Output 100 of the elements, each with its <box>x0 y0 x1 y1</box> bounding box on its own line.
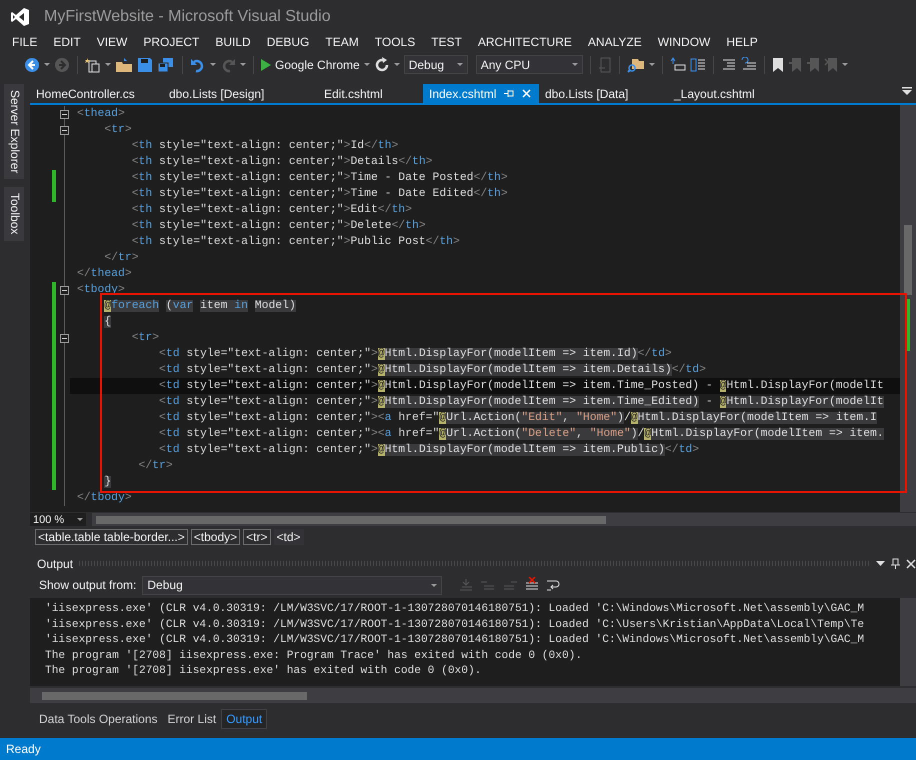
code-line: <th style="text-align: center;">Time - Date Posted</th> <box>130 170 509 186</box>
collapse-icon[interactable] <box>60 110 68 118</box>
scrollbar[interactable] <box>900 598 916 686</box>
side-tab[interactable]: Toolbox <box>4 187 24 241</box>
output-line: The program '[2708] iisexpress.exe' has exited with code 0 (0x0). <box>45 664 482 679</box>
breadcrumb[interactable]: <table.table table-border...> <box>35 528 188 544</box>
scrollbar[interactable] <box>30 688 916 703</box>
scrollbar[interactable] <box>92 513 916 526</box>
code-line: <th style="text-align: center;">Details</th> <box>130 154 434 170</box>
code-line: </tbody> <box>76 490 133 506</box>
menu-item[interactable]: TOOLS <box>366 35 424 49</box>
run-button[interactable]: Google Chrome <box>261 58 370 72</box>
code-line: <tr> <box>103 123 133 138</box>
output-source-dropdown[interactable]: Debug <box>142 576 442 594</box>
menu-item[interactable]: PROJECT <box>135 35 208 49</box>
platform-dropdown[interactable]: Any CPU <box>476 55 583 74</box>
align-lines-icon[interactable] <box>720 56 737 72</box>
find-folder-icon[interactable] <box>626 56 645 72</box>
dropdown-icon[interactable] <box>876 561 885 566</box>
panel-tab[interactable]: Data Tools Operations <box>34 709 163 729</box>
code-line: <td style="text-align: center;">@Html.DisplayFor(modelItem => item.Id)</td> <box>158 346 673 362</box>
caret-icon[interactable] <box>394 63 400 66</box>
breadcrumb[interactable]: <td> <box>274 528 304 544</box>
menu-item[interactable]: ARCHITECTURE <box>470 35 580 49</box>
outdent-lines-icon[interactable] <box>740 56 757 72</box>
play-icon <box>261 58 271 70</box>
caret-icon[interactable] <box>44 63 50 66</box>
panel-tab[interactable]: Output <box>221 709 268 729</box>
code-line: <td style="text-align: center;"><a href="@Url.Action("Edit", "Home")/@Html.DisplayFor(modelItem => item.I <box>158 410 878 426</box>
output-line: 'iisexpress.exe' (CLR v4.0.30319: /LM/W3SVC/17/ROOT-1-130728070146180751): Loaded 'C:\Windows\Microsoft.Net\assembly\GAC_M <box>45 602 866 617</box>
code-line: <th style="text-align: center;">Public Post</th> <box>130 234 461 250</box>
menu-item[interactable]: EDIT <box>45 35 89 49</box>
status-text: Ready <box>6 742 41 756</box>
output-line: The program '[2708] iisexpress.exe: Program Trace' has exited with code 0 (0x0). <box>45 648 584 664</box>
caret-icon <box>456 63 463 66</box>
scrollbar[interactable] <box>900 105 916 512</box>
bookmark-icon[interactable] <box>772 56 784 72</box>
document-tab[interactable]: dbo.Lists [Design] <box>163 84 318 103</box>
close-icon[interactable] <box>906 558 916 568</box>
indent-icon[interactable] <box>670 56 686 72</box>
menu-item[interactable]: DEBUG <box>258 35 318 49</box>
list-icon[interactable] <box>690 56 706 72</box>
window-title: MyFirstWebsite - Microsoft Visual Studio <box>44 8 331 26</box>
code-line: <th style="text-align: center;">Delete</th> <box>130 218 427 234</box>
code-line: <td style="text-align: center;">@Html.DisplayFor(modelItem => item.Details)</td> <box>158 362 707 378</box>
collapse-icon[interactable] <box>60 126 68 134</box>
save-all-icon[interactable] <box>157 56 175 72</box>
zoom-dropdown[interactable]: 100 % <box>30 513 86 526</box>
document-tab[interactable]: HomeController.cs <box>30 84 163 103</box>
back-icon[interactable] <box>24 56 40 72</box>
caret-icon[interactable] <box>210 63 216 66</box>
configuration-dropdown[interactable]: Debug <box>404 55 468 74</box>
code-line: <tbody> <box>76 282 126 298</box>
refresh-icon[interactable] <box>374 56 390 72</box>
side-tab[interactable]: Server Explorer <box>4 84 24 180</box>
code-line: <th style="text-align: center;">Edit</th> <box>130 202 413 218</box>
field-label: Show output from: <box>39 578 136 592</box>
code-line: <td style="text-align: center;">@Html.DisplayFor(modelItem => item.Public)</td> <box>158 442 700 458</box>
code-line: <td style="text-align: center;"><a href="@Url.Action("Delete", "Home")/@Html.DisplayFor(modelItem => item. <box>158 426 885 442</box>
caret-icon <box>431 584 438 586</box>
menu-item[interactable]: TEST <box>423 35 470 49</box>
open-folder-icon[interactable] <box>115 56 133 72</box>
menu-item[interactable]: WINDOW <box>650 35 718 49</box>
caret-icon <box>364 63 370 66</box>
menu-item[interactable]: FILE <box>4 35 46 49</box>
collapse-icon[interactable] <box>60 286 68 294</box>
new-project-icon[interactable] <box>85 56 101 72</box>
document-tab[interactable]: _Layout.cshtml <box>668 84 780 103</box>
caret-icon <box>77 518 83 521</box>
menu-item[interactable]: BUILD <box>207 35 259 49</box>
caret-icon[interactable] <box>648 63 655 66</box>
caret-icon[interactable] <box>842 63 848 66</box>
save-icon[interactable] <box>137 56 153 72</box>
code-line: </tr> <box>103 250 140 266</box>
code-line: <thead> <box>76 106 126 122</box>
code-line: <th style="text-align: center;">Id</th> <box>130 138 400 154</box>
panel-title: Output <box>37 556 74 570</box>
pin-icon[interactable] <box>891 558 900 569</box>
collapse-icon[interactable] <box>60 334 68 342</box>
code-line: </thead> <box>76 266 133 282</box>
undo-icon[interactable] <box>190 56 206 72</box>
document-tab[interactable]: dbo.Lists [Data] <box>539 84 668 103</box>
menu-item[interactable]: ANALYZE <box>580 35 650 49</box>
output-line: 'iisexpress.exe' (CLR v4.0.30319: /LM/W3SVC/17/ROOT-1-130728070146180751): Loaded 'C:\Windows\Microsoft.Net\assembly\GAC_M <box>45 633 866 648</box>
code-line: <tr> <box>130 331 160 346</box>
tab-list-icon[interactable] <box>902 86 912 94</box>
menu-item[interactable]: TEAM <box>317 35 367 49</box>
caret-icon[interactable] <box>240 63 246 66</box>
breadcrumb[interactable]: <tr> <box>243 528 271 544</box>
caret-icon[interactable] <box>105 63 111 66</box>
code-line: <td style="text-align: center;">@Html.DisplayFor(modelItem => item.Time_Edited) - @Html.DisplayFor(modelIt <box>158 394 885 410</box>
caret-icon <box>572 63 578 66</box>
menu-item[interactable]: VIEW <box>88 35 136 49</box>
panel-tab[interactable]: Error List <box>162 709 222 729</box>
code-line: </tr> <box>138 458 174 474</box>
breadcrumb[interactable]: <tbody> <box>190 528 240 544</box>
output-line: 'iisexpress.exe' (CLR v4.0.30319: /LM/W3SVC/17/ROOT-1-130728070146180751): Loaded 'C:\Users\Kristian\AppData\Local\Temp\Te <box>45 618 866 632</box>
menu-item[interactable]: HELP <box>718 35 766 49</box>
document-tab[interactable]: Edit.cshtml <box>318 84 423 103</box>
code-line: @foreach (var item in Model) <box>103 298 297 314</box>
